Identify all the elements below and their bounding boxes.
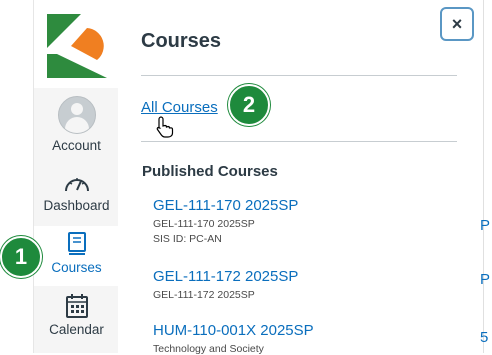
- calendar-icon: [65, 294, 88, 318]
- hand-cursor-icon: [156, 116, 174, 138]
- dashboard-icon: [64, 178, 89, 192]
- course-sis-id: SIS ID: PC-AN: [153, 233, 222, 245]
- course-link[interactable]: HUM-110-001X 2025SP: [153, 322, 453, 339]
- close-icon: ×: [451, 13, 463, 34]
- course-subtitle: Technology and Society: [153, 343, 264, 355]
- close-button[interactable]: ×: [440, 7, 474, 41]
- global-navigation: Account Dashboard Courses Calendar: [33, 0, 119, 353]
- course-link[interactable]: GEL-111-172 2025SP: [153, 268, 453, 285]
- tray-title: Courses: [141, 30, 222, 52]
- all-courses-link[interactable]: All Courses: [141, 99, 218, 116]
- page-background-right: [484, 0, 492, 353]
- nav-item-calendar[interactable]: Calendar: [34, 290, 119, 346]
- nav-item-dashboard[interactable]: Dashboard: [34, 166, 119, 220]
- step-badge-1: 1: [0, 236, 42, 278]
- nav-item-label: Dashboard: [43, 198, 110, 213]
- divider: [141, 141, 457, 142]
- nav-item-label: Courses: [51, 260, 102, 275]
- avatar: [57, 96, 96, 134]
- course-item: GEL-111-172 2025SP GEL-111-172 2025SP: [153, 268, 453, 301]
- course-link[interactable]: GEL-111-170 2025SP: [153, 197, 453, 214]
- nav-item-label: Calendar: [49, 322, 104, 337]
- background-text: 5: [480, 329, 489, 346]
- course-item: HUM-110-001X 2025SP Technology and Socie…: [153, 322, 453, 355]
- step-badge-2: 2: [228, 84, 270, 126]
- institution-logo[interactable]: [34, 0, 119, 88]
- course-subtitle: GEL-111-170 2025SP: [153, 218, 255, 230]
- divider: [141, 75, 457, 76]
- page-background-left: [0, 0, 33, 353]
- course-subtitle: GEL-111-172 2025SP: [153, 289, 255, 301]
- courses-tray: Courses × All Courses Published Courses …: [118, 0, 484, 355]
- nav-item-label: Account: [52, 138, 101, 153]
- nav-item-account[interactable]: Account: [34, 92, 119, 154]
- courses-icon: [67, 232, 86, 255]
- background-text: P: [480, 217, 491, 234]
- course-item: GEL-111-170 2025SP GEL-111-170 2025SP SI…: [153, 197, 453, 245]
- background-text: P: [480, 271, 491, 288]
- nav-item-courses[interactable]: Courses: [34, 226, 119, 286]
- published-courses-heading: Published Courses: [142, 163, 278, 180]
- logo-icon: [47, 14, 107, 78]
